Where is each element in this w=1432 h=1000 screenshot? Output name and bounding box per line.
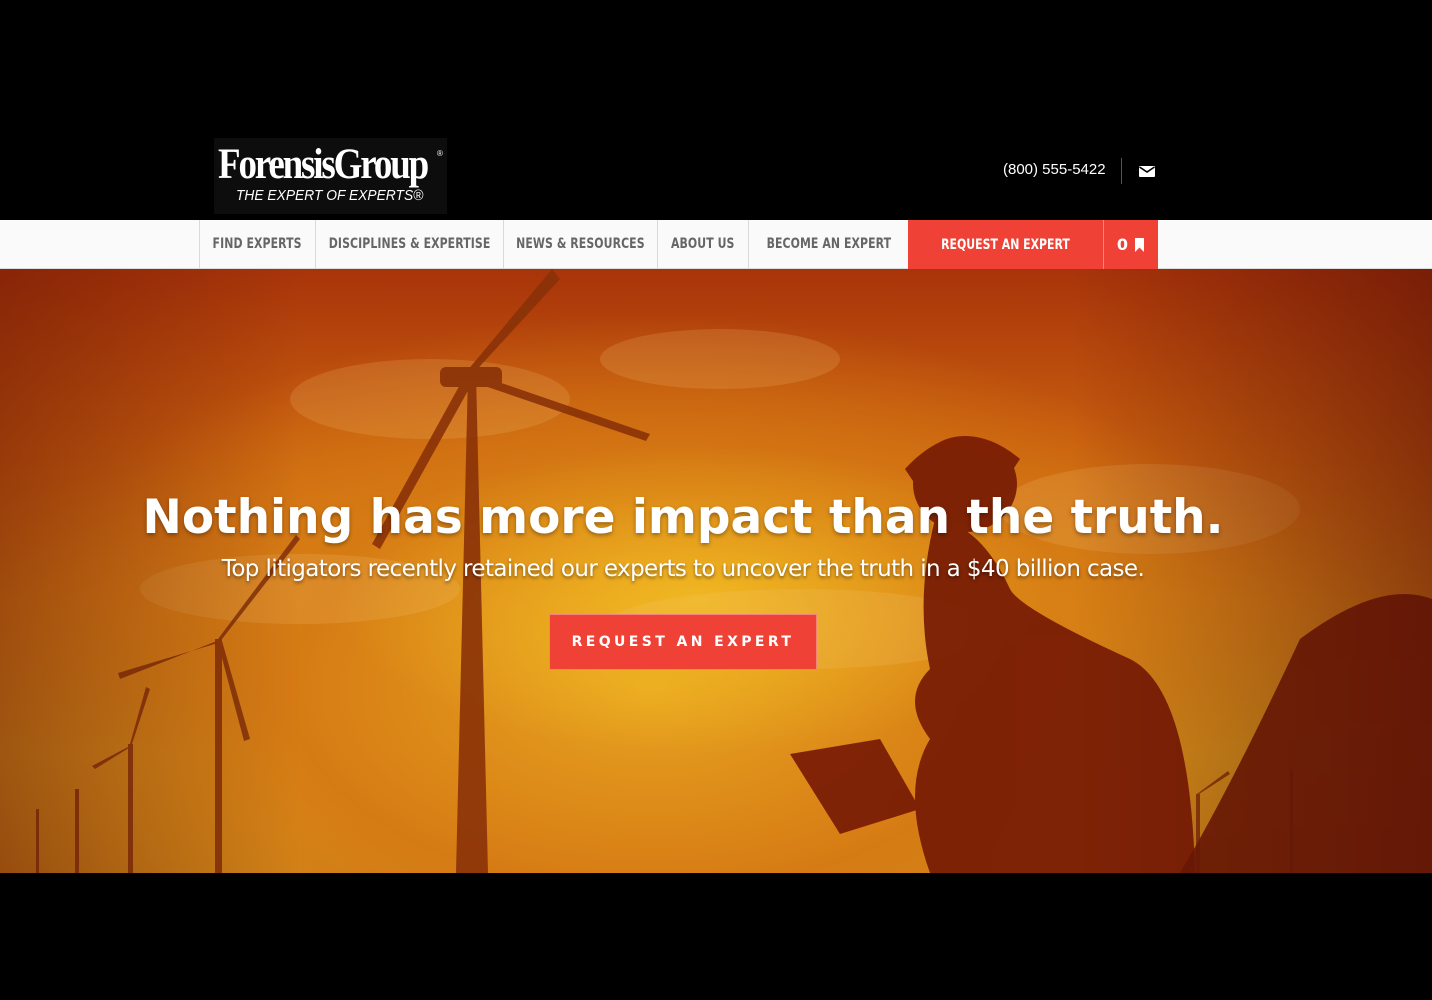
logo-wordmark: ForensisGroup [218,141,429,188]
hero-request-an-expert-button[interactable]: REQUEST AN EXPERT [549,614,817,670]
header-divider [1121,158,1122,184]
hero-subtitle: Top litigators recently retained our exp… [221,556,1145,582]
nav-disciplines-expertise-label: DISCIPLINES & EXPERTISE [328,236,491,252]
forensis-group-logo[interactable]: ForensisGroup ® THE EXPERT OF EXPERTS® [214,138,447,214]
nav-become-an-expert-label: BECOME AN EXPERT [766,236,891,252]
nav-request-an-expert-label: REQUEST AN EXPERT [941,236,1070,253]
nav-become-an-expert[interactable]: BECOME AN EXPERT [748,220,908,268]
nav-request-an-expert-button[interactable]: REQUEST AN EXPERT [908,220,1103,269]
nav-disciplines-expertise[interactable]: DISCIPLINES & EXPERTISE [315,220,503,268]
mail-icon[interactable] [1138,163,1156,179]
bookmark-count: 0 [1116,235,1129,254]
nav-about-us-label: ABOUT US [671,236,735,252]
phone-number-link[interactable]: (800) 555-5422 [1003,160,1106,180]
logo-tagline: THE EXPERT OF EXPERTS® [236,187,424,204]
nav-news-resources[interactable]: NEWS & RESOURCES [503,220,657,268]
site-header: ForensisGroup ® THE EXPERT OF EXPERTS® (… [0,0,1432,220]
nav-news-resources-label: NEWS & RESOURCES [516,236,645,252]
page-bottom-area [0,873,1432,1000]
main-navigation: FIND EXPERTS DISCIPLINES & EXPERTISE NEW… [0,220,1432,269]
logo-registered-mark: ® [437,149,443,158]
hero-banner: Nothing has more impact than the truth. … [0,269,1432,873]
nav-about-us[interactable]: ABOUT US [657,220,748,268]
nav-find-experts[interactable]: FIND EXPERTS [199,220,315,268]
nav-find-experts-label: FIND EXPERTS [212,236,303,252]
bookmark-icon [1135,237,1145,252]
hero-title: Nothing has more impact than the truth. [142,490,1224,545]
bookmarks-button[interactable]: 0 [1103,220,1158,269]
